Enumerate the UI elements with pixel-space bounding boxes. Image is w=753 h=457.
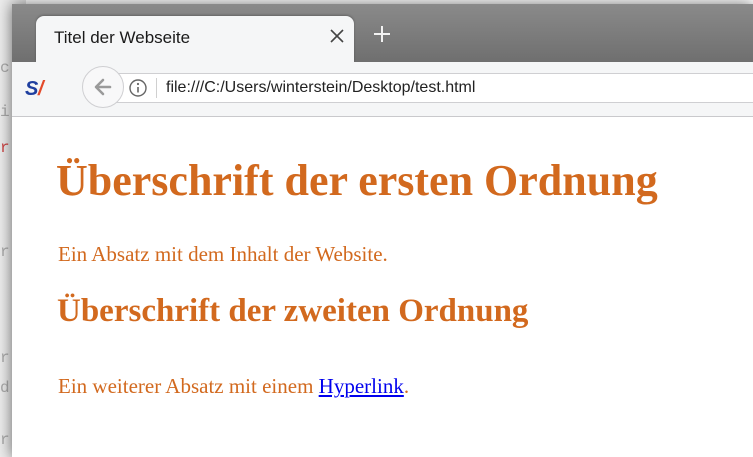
close-tab-button[interactable] (324, 23, 350, 49)
page-content: Überschrift der ersten Ordnung Ein Absat… (12, 117, 753, 457)
paragraph-2-suffix: . (403, 374, 410, 398)
paragraph-2: Ein weiterer Absatz mit einem Hyperlink. (58, 374, 409, 399)
editor-fragment: r (0, 139, 10, 157)
hyperlink[interactable]: Hyperlink (319, 374, 404, 398)
svg-text:/: / (37, 78, 46, 100)
page-heading-2: Überschrift der zweiten Ordnung (57, 293, 529, 329)
tab-active[interactable]: Titel der Webseite (36, 16, 354, 62)
editor-fragment: d (0, 379, 10, 397)
editor-fragment: r (0, 431, 10, 449)
tab-title: Titel der Webseite (54, 28, 191, 47)
page-heading-1: Überschrift der ersten Ordnung (56, 156, 658, 205)
editor-fragment: i (0, 103, 10, 121)
info-icon[interactable] (128, 78, 148, 98)
browser-window: Titel der Webseite S / file:///C:/Users/… (12, 4, 753, 457)
plus-icon (374, 26, 390, 42)
back-arrow-icon (94, 78, 112, 96)
url-text[interactable]: file:///C:/Users/winterstein/Desktop/tes… (166, 79, 475, 97)
url-separator (156, 78, 157, 98)
url-bar[interactable]: file:///C:/Users/winterstein/Desktop/tes… (106, 73, 753, 103)
paragraph-2-prefix: Ein weiterer Absatz mit einem (58, 374, 319, 398)
nav-toolbar: S / file:///C:/Users/winterstein/Desktop… (12, 62, 753, 117)
editor-fragment: r (0, 243, 10, 261)
back-button[interactable] (82, 66, 124, 108)
selfhtml-logo-icon[interactable]: S / (24, 74, 52, 102)
paragraph-1: Ein Absatz mit dem Inhalt der Website. (58, 242, 388, 266)
editor-fragment: c (0, 59, 10, 77)
svg-text:S: S (25, 78, 39, 100)
new-tab-button[interactable] (368, 20, 396, 48)
close-icon (330, 29, 344, 43)
editor-fragment: r (0, 349, 10, 367)
tab-bar: Titel der Webseite (12, 4, 753, 62)
